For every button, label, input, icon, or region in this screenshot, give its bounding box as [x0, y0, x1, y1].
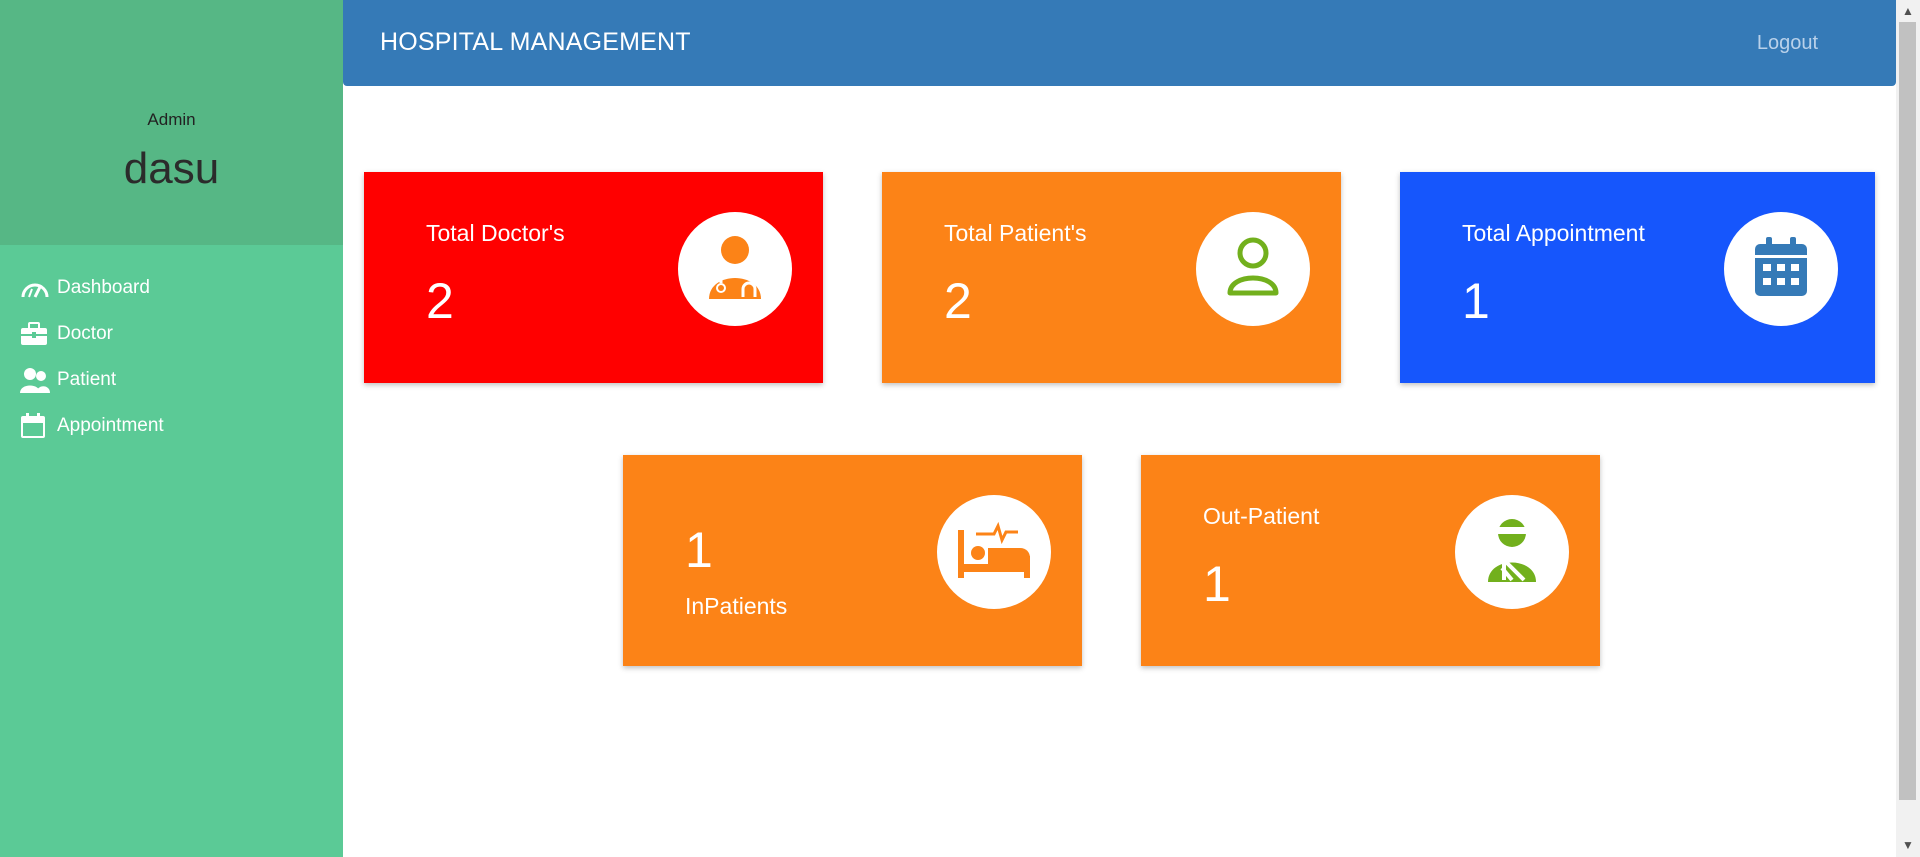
card-label: InPatients	[685, 593, 788, 619]
user-icon	[1225, 237, 1281, 302]
gauge-icon	[20, 273, 52, 303]
card-total-appointment[interactable]: Total Appointment 1	[1400, 172, 1875, 383]
sidebar-item-dashboard[interactable]: Dashboard	[0, 265, 343, 311]
username: dasu	[123, 144, 220, 193]
sidebar: Admin dasu Dashboard Doctor Patient Appo…	[0, 0, 343, 857]
card-value: 1	[1462, 273, 1490, 329]
page-scrollbar[interactable]: ▲ ▼	[1896, 0, 1920, 857]
logout-link[interactable]: Logout	[1757, 32, 1818, 55]
card-value: 2	[426, 273, 454, 329]
header-bar: HOSPITAL MANAGEMENT Logout	[343, 0, 1896, 86]
sidebar-item-patient[interactable]: Patient	[0, 357, 343, 403]
app-title: HOSPITAL MANAGEMENT	[380, 28, 691, 56]
sidebar-item-appointment[interactable]: Appointment	[0, 403, 343, 449]
bed-icon	[956, 520, 1032, 585]
card-total-patients[interactable]: Total Patient's 2	[882, 172, 1341, 383]
briefcase-icon	[20, 319, 52, 349]
card-inpatients[interactable]: 1 InPatients	[623, 455, 1082, 666]
sidebar-item-label: Dashboard	[57, 277, 150, 298]
calendar-icon	[1754, 236, 1808, 302]
card-value: 1	[685, 522, 713, 578]
users-icon	[20, 365, 52, 395]
card-outpatient[interactable]: Out-Patient 1	[1141, 455, 1600, 666]
card-icon-circle	[937, 495, 1051, 609]
card-icon-circle	[1724, 212, 1838, 326]
card-label: Total Patient's	[944, 220, 1087, 246]
card-total-doctors[interactable]: Total Doctor's 2	[364, 172, 823, 383]
card-label: Out-Patient	[1203, 503, 1320, 529]
sidebar-item-doctor[interactable]: Doctor	[0, 311, 343, 357]
user-role: Admin	[147, 110, 196, 129]
card-label: Total Doctor's	[426, 220, 565, 246]
card-icon-circle	[1196, 212, 1310, 326]
card-label: Total Appointment	[1462, 220, 1645, 246]
scrollbar-thumb[interactable]	[1899, 22, 1916, 800]
calendar-icon	[20, 411, 52, 441]
card-value: 2	[944, 273, 972, 329]
card-icon-circle	[1455, 495, 1569, 609]
injured-icon	[1484, 518, 1540, 587]
sidebar-nav: Dashboard Doctor Patient Appointment	[0, 245, 343, 449]
card-value: 1	[1203, 556, 1231, 612]
card-icon-circle	[678, 212, 792, 326]
scroll-up-icon[interactable]: ▲	[1902, 4, 1914, 18]
sidebar-item-label: Appointment	[57, 415, 164, 436]
doctor-icon	[705, 235, 765, 304]
scroll-down-icon[interactable]: ▼	[1902, 838, 1914, 852]
sidebar-item-label: Patient	[57, 369, 117, 390]
sidebar-item-label: Doctor	[57, 323, 113, 344]
profile-panel: Admin dasu	[0, 0, 343, 245]
